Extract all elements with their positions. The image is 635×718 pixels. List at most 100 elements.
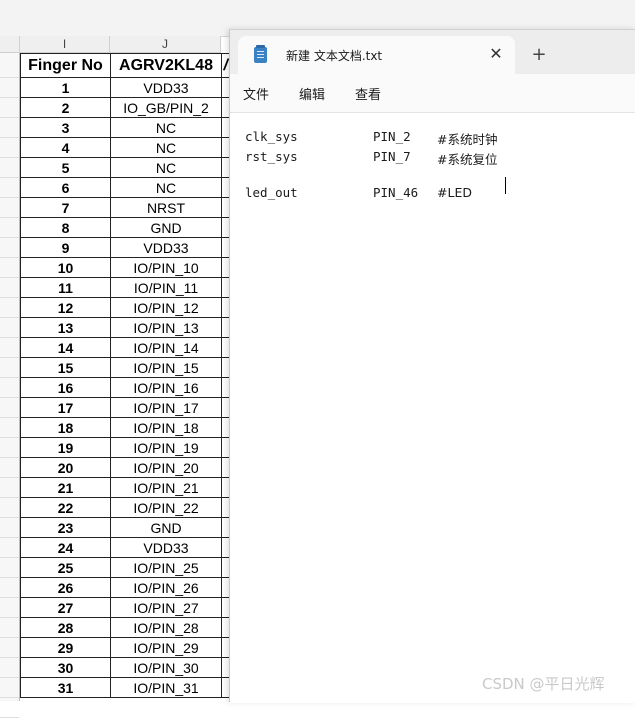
- table-row: 23 GND: [20, 517, 230, 538]
- finger-no-cell[interactable]: 15: [20, 357, 111, 378]
- row-header-divider: [0, 217, 19, 218]
- pin-name-cell[interactable]: VDD33: [110, 537, 222, 558]
- pin-name-cell[interactable]: IO/PIN_10: [110, 257, 222, 278]
- menu-view[interactable]: 查看: [355, 84, 381, 103]
- row-header-divider: [0, 637, 19, 638]
- finger-no-cell[interactable]: 8: [20, 217, 111, 238]
- finger-no-cell[interactable]: 7: [20, 197, 111, 218]
- pin-name-cell[interactable]: IO/PIN_30: [110, 657, 222, 678]
- finger-no-cell[interactable]: 17: [20, 397, 111, 418]
- pin-name-cell[interactable]: NC: [110, 117, 222, 138]
- finger-no-cell[interactable]: 6: [20, 177, 111, 198]
- notepad-icon: [254, 45, 267, 63]
- pin-name-cell[interactable]: VDD33: [110, 237, 222, 258]
- finger-no-cell[interactable]: 27: [20, 597, 111, 618]
- finger-no-cell[interactable]: 21: [20, 477, 111, 498]
- pin-name-cell[interactable]: IO/PIN_25: [110, 557, 222, 578]
- table-row: 27 IO/PIN_27: [20, 597, 230, 618]
- pin-name-cell[interactable]: IO/PIN_17: [110, 397, 222, 418]
- finger-no-cell[interactable]: 1: [20, 77, 111, 98]
- header-finger-no[interactable]: Finger No: [20, 53, 111, 78]
- pin-name-cell[interactable]: IO/PIN_15: [110, 357, 222, 378]
- finger-no-cell[interactable]: 16: [20, 377, 111, 398]
- finger-no-cell[interactable]: 9: [20, 237, 111, 258]
- select-all-corner[interactable]: [0, 36, 20, 53]
- finger-no-cell[interactable]: 2: [20, 97, 111, 118]
- pin-name-cell[interactable]: IO/PIN_14: [110, 337, 222, 358]
- pin-name-cell[interactable]: IO/PIN_12: [110, 297, 222, 318]
- column-header-j[interactable]: J: [110, 36, 221, 53]
- finger-no-cell[interactable]: 13: [20, 317, 111, 338]
- table-row: 13 IO/PIN_13: [20, 317, 230, 338]
- finger-no-cell[interactable]: 11: [20, 277, 111, 298]
- pin-name-cell[interactable]: VDD33: [110, 77, 222, 98]
- pin-name-cell[interactable]: IO/PIN_21: [110, 477, 222, 498]
- header-chip-model[interactable]: AGRV2KL48: [110, 53, 222, 78]
- menu-edit[interactable]: 编辑: [299, 84, 325, 103]
- column-header-i[interactable]: I: [20, 36, 110, 53]
- pin-name-cell[interactable]: NC: [110, 177, 222, 198]
- pin-name-cell[interactable]: IO/PIN_26: [110, 577, 222, 598]
- pin-name-cell[interactable]: IO/PIN_29: [110, 637, 222, 658]
- finger-no-cell[interactable]: 25: [20, 557, 111, 578]
- row-header-divider: [0, 517, 19, 518]
- finger-no-cell[interactable]: 10: [20, 257, 111, 278]
- row-header-divider: [0, 577, 19, 578]
- finger-no-cell[interactable]: 20: [20, 457, 111, 478]
- finger-no-cell[interactable]: 24: [20, 537, 111, 558]
- pin-name-cell[interactable]: GND: [110, 517, 222, 538]
- finger-no-cell[interactable]: 18: [20, 417, 111, 438]
- finger-no-cell[interactable]: 5: [20, 157, 111, 178]
- pin-name-cell[interactable]: NC: [110, 137, 222, 158]
- finger-no-cell[interactable]: 4: [20, 137, 111, 158]
- pin-name-cell[interactable]: IO/PIN_22: [110, 497, 222, 518]
- pin-name-cell[interactable]: IO/PIN_13: [110, 317, 222, 338]
- row-header-divider: [0, 237, 19, 238]
- row-header-column[interactable]: [0, 53, 20, 718]
- table-row: 3 NC: [20, 117, 230, 138]
- pin-name-cell[interactable]: IO/PIN_16: [110, 377, 222, 398]
- finger-no-cell[interactable]: 22: [20, 497, 111, 518]
- table-row: 22 IO/PIN_22: [20, 497, 230, 518]
- finger-no-cell[interactable]: 26: [20, 577, 111, 598]
- finger-no-cell[interactable]: 14: [20, 337, 111, 358]
- pin-name-cell[interactable]: GND: [110, 217, 222, 238]
- pin-name-cell[interactable]: IO/PIN_11: [110, 277, 222, 298]
- plus-icon[interactable]: +: [528, 44, 550, 66]
- row-header-divider: [0, 317, 19, 318]
- tab-document[interactable]: 新建 文本文档.txt ✕: [238, 36, 515, 74]
- pin-name-cell[interactable]: IO/PIN_18: [110, 417, 222, 438]
- pin-name-cell[interactable]: IO/PIN_20: [110, 457, 222, 478]
- title-bar[interactable]: 新建 文本文档.txt ✕ +: [230, 30, 635, 74]
- pin-name-cell[interactable]: IO/PIN_28: [110, 617, 222, 638]
- finger-no-cell[interactable]: 28: [20, 617, 111, 638]
- text-editor[interactable]: clk_sys PIN_2 #系统时钟 rst_sys PIN_7 #系统复位 …: [230, 112, 635, 703]
- finger-no-cell[interactable]: 30: [20, 657, 111, 678]
- row-header-divider: [0, 297, 19, 298]
- pin-assignment: PIN_46: [373, 185, 419, 200]
- signal-name: rst_sys: [245, 149, 298, 164]
- pin-name-cell[interactable]: IO/PIN_31: [110, 677, 222, 698]
- table-row: 8 GND: [20, 217, 230, 238]
- finger-no-cell[interactable]: 23: [20, 517, 111, 538]
- pin-name-cell[interactable]: IO/PIN_19: [110, 437, 222, 458]
- pin-name-cell[interactable]: IO/PIN_27: [110, 597, 222, 618]
- close-icon[interactable]: ✕: [486, 44, 506, 64]
- finger-no-cell[interactable]: 29: [20, 637, 111, 658]
- row-header-divider: [0, 197, 19, 198]
- finger-no-cell[interactable]: 31: [20, 677, 111, 698]
- finger-no-cell[interactable]: 12: [20, 297, 111, 318]
- pin-name-cell[interactable]: NRST: [110, 197, 222, 218]
- finger-no-cell[interactable]: 3: [20, 117, 111, 138]
- pin-name-cell[interactable]: IO_GB/PIN_2: [110, 97, 222, 118]
- finger-no-cell[interactable]: 19: [20, 437, 111, 458]
- text-line: led_out PIN_46 #LED: [245, 185, 472, 203]
- pin-name-cell[interactable]: NC: [110, 157, 222, 178]
- row-header-divider: [0, 657, 19, 658]
- row-header-divider: [0, 177, 19, 178]
- table-row: 31 IO/PIN_31: [20, 677, 230, 698]
- tab-title: 新建 文本文档.txt: [286, 49, 383, 63]
- menu-file[interactable]: 文件: [243, 84, 269, 103]
- table-row: 11 IO/PIN_11: [20, 277, 230, 298]
- row-header-divider: [0, 77, 19, 78]
